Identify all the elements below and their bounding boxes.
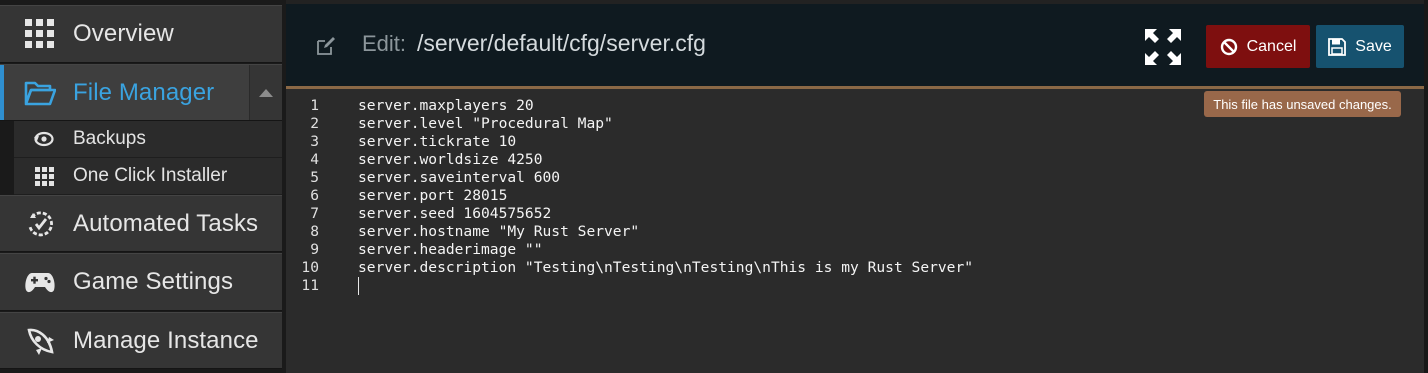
sidebar-subitem-label: One Click Installer bbox=[73, 165, 228, 186]
editor-line[interactable]: 3 server.tickrate 10 bbox=[286, 133, 1424, 151]
editor-line[interactable]: 2 server.level "Procedural Map" bbox=[286, 115, 1424, 133]
line-code[interactable]: server.worldsize 4250 bbox=[358, 151, 543, 169]
cancel-label: Cancel bbox=[1246, 37, 1297, 55]
sidebar-item-label: Overview bbox=[73, 20, 174, 47]
line-number: 5 bbox=[310, 169, 319, 186]
line-number: 10 bbox=[301, 259, 319, 276]
unsaved-changes-tooltip: This file has unsaved changes. bbox=[1204, 91, 1401, 117]
sidebar-item-game-settings[interactable]: Game Settings bbox=[0, 253, 282, 311]
sidebar: Overview File Manager Backups One Click … bbox=[0, 0, 286, 373]
file-editor-panel: Edit: /server/default/cfg/server.cfg Can… bbox=[286, 0, 1424, 373]
edit-icon bbox=[316, 36, 336, 56]
line-code[interactable]: server.seed 1604575652 bbox=[358, 205, 551, 223]
ban-icon bbox=[1220, 38, 1237, 55]
line-code[interactable]: server.level "Procedural Map" bbox=[358, 115, 613, 133]
line-number: 2 bbox=[310, 115, 319, 132]
editor-line[interactable]: 8 server.hostname "My Rust Server" bbox=[286, 223, 1424, 241]
line-code[interactable]: server.headerimage "" bbox=[358, 241, 543, 259]
sidebar-item-manage-instance[interactable]: Manage Instance bbox=[0, 312, 282, 369]
edit-label: Edit: bbox=[362, 31, 407, 56]
task-clock-icon bbox=[22, 206, 58, 242]
grid-icon bbox=[34, 166, 54, 186]
line-code[interactable]: server.maxplayers 20 bbox=[358, 97, 534, 115]
sidebar-item-automated-tasks[interactable]: Automated Tasks bbox=[0, 195, 282, 252]
line-number: 6 bbox=[310, 187, 319, 204]
editor-line[interactable]: 5 server.saveinterval 600 bbox=[286, 169, 1424, 187]
sidebar-item-overview[interactable]: Overview bbox=[0, 5, 282, 63]
editor-line[interactable]: 7 server.seed 1604575652 bbox=[286, 205, 1424, 223]
sidebar-item-label: File Manager bbox=[73, 78, 215, 106]
line-code[interactable]: server.description "Testing\nTesting\nTe… bbox=[358, 259, 973, 277]
line-number: 9 bbox=[310, 241, 319, 258]
editor-line[interactable]: 4 server.worldsize 4250 bbox=[286, 151, 1424, 169]
editor-line[interactable]: 11 bbox=[286, 277, 1424, 295]
sidebar-item-label: Manage Instance bbox=[73, 326, 259, 354]
save-label: Save bbox=[1355, 37, 1392, 55]
fullscreen-button[interactable] bbox=[1144, 28, 1182, 66]
floppy-disk-icon bbox=[1328, 37, 1347, 56]
sidebar-item-file-manager[interactable]: File Manager bbox=[0, 64, 282, 121]
sidebar-item-label: Automated Tasks bbox=[73, 209, 259, 237]
text-cursor bbox=[358, 277, 359, 295]
expand-icon bbox=[1145, 29, 1181, 65]
right-gutter bbox=[1424, 0, 1428, 373]
editor-header: Edit: /server/default/cfg/server.cfg Can… bbox=[286, 4, 1424, 86]
grid-icon bbox=[22, 16, 58, 52]
code-editor[interactable]: 1 server.maxplayers 20 2 server.level "Proc… bbox=[286, 89, 1424, 373]
save-button[interactable]: Save bbox=[1316, 25, 1404, 68]
sidebar-subitem-one-click-installer[interactable]: One Click Installer bbox=[14, 158, 282, 195]
cancel-button[interactable]: Cancel bbox=[1206, 25, 1310, 68]
chevron-up-icon bbox=[259, 89, 273, 97]
line-code[interactable]: server.hostname "My Rust Server" bbox=[358, 223, 639, 241]
editor-line[interactable]: 6 server.port 28015 bbox=[286, 187, 1424, 205]
sidebar-item-label: Game Settings bbox=[73, 268, 234, 295]
folder-open-icon bbox=[22, 75, 58, 111]
rocket-icon bbox=[22, 323, 58, 359]
line-number: 4 bbox=[310, 151, 319, 168]
collapse-button[interactable] bbox=[249, 65, 282, 120]
file-path: /server/default/cfg/server.cfg bbox=[417, 30, 706, 56]
sidebar-subitem-label: Backups bbox=[73, 128, 146, 149]
gamepad-icon bbox=[22, 264, 58, 300]
sidebar-subitem-backups[interactable]: Backups bbox=[14, 121, 282, 158]
line-number: 3 bbox=[310, 133, 319, 150]
line-number: 1 bbox=[310, 97, 319, 114]
line-number: 11 bbox=[301, 277, 319, 294]
line-code[interactable]: server.saveinterval 600 bbox=[358, 169, 560, 187]
editor-line[interactable]: 9 server.headerimage "" bbox=[286, 241, 1424, 259]
line-code[interactable]: server.port 28015 bbox=[358, 187, 507, 205]
editor-line[interactable]: 10 server.description "Testing\nTesting\n… bbox=[286, 259, 1424, 277]
line-number: 8 bbox=[310, 223, 319, 240]
backup-icon bbox=[34, 129, 54, 149]
active-indicator bbox=[0, 65, 4, 120]
line-number: 7 bbox=[310, 205, 319, 222]
line-code[interactable]: server.tickrate 10 bbox=[358, 133, 516, 151]
